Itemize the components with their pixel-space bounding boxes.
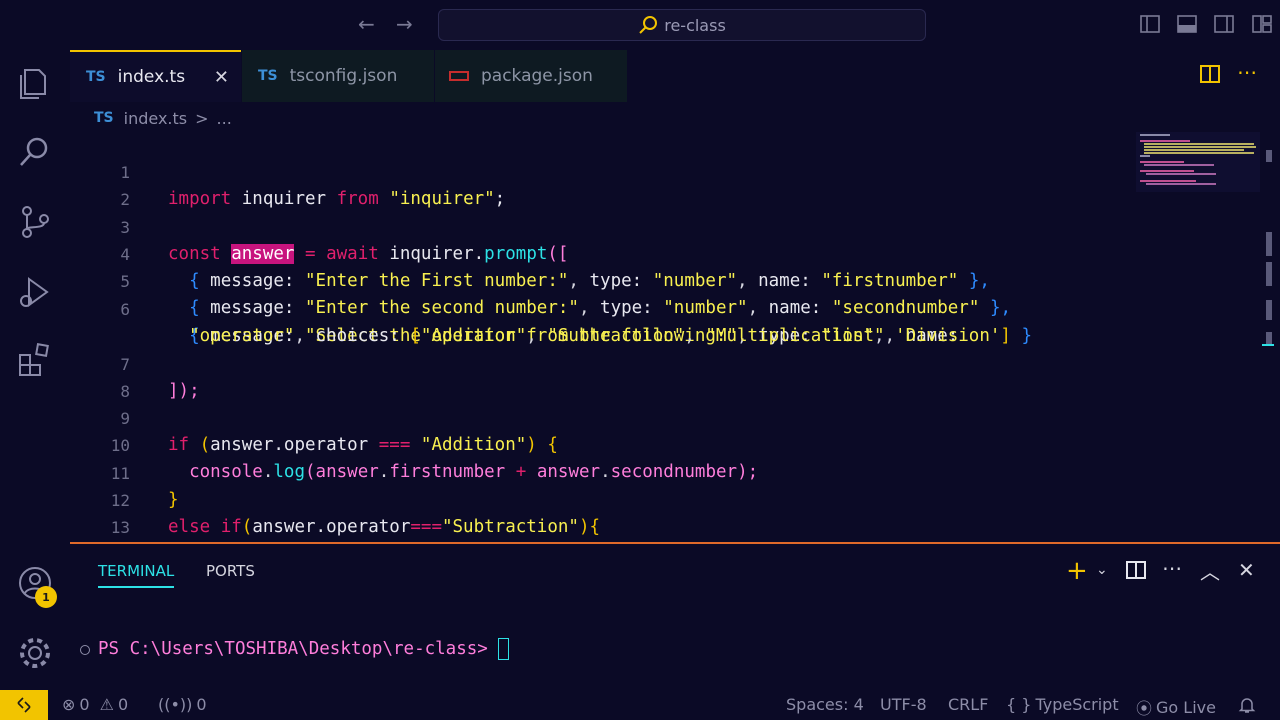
close-panel-icon[interactable]: ✕ xyxy=(1238,558,1255,582)
bottom-panel: TERMINAL PORTS + ⌄ ⋯ ︿ ✕ PS C:\Users\TOS… xyxy=(70,542,1280,690)
tab-label: tsconfig.json xyxy=(289,66,398,86)
braces-icon: { } xyxy=(1006,695,1032,714)
more-actions-icon[interactable]: ⋯ xyxy=(1237,60,1257,84)
tab-label: package.json xyxy=(481,66,593,86)
code-editor[interactable]: 1 import inquirer from "inquirer"; 2 3 c… xyxy=(70,132,1260,542)
toggle-secondary-sidebar-icon[interactable] xyxy=(1214,14,1234,34)
code-line: 6 { message: "Select the operator from t… xyxy=(70,269,1260,346)
terminal-decoration-icon xyxy=(80,645,90,655)
command-center-search[interactable]: re-class xyxy=(438,9,926,41)
activity-bar: 1 xyxy=(0,50,70,690)
toggle-primary-sidebar-icon[interactable] xyxy=(1140,14,1160,34)
tab-index-ts[interactable]: TS index.ts ✕ xyxy=(70,50,241,102)
extensions-icon[interactable] xyxy=(17,342,53,378)
tab-label: index.ts xyxy=(117,67,186,87)
indentation-indicator[interactable]: Spaces: 4 xyxy=(786,695,864,714)
chevron-down-icon[interactable]: ⌄ xyxy=(1096,562,1108,578)
manage-gear-icon[interactable] xyxy=(17,635,53,671)
error-icon: ⊗ xyxy=(62,695,76,714)
accounts-badge: 1 xyxy=(35,586,57,608)
notifications-bell-icon[interactable] xyxy=(1238,696,1256,714)
encoding-label: UTF-8 xyxy=(880,695,927,714)
terminal-cursor xyxy=(497,638,509,660)
eol-label: CRLF xyxy=(948,695,989,714)
prompt-text: PS C:\Users\TOSHIBA\Desktop\re-class> xyxy=(98,639,488,659)
typescript-file-icon: TS xyxy=(94,110,114,126)
source-control-icon[interactable] xyxy=(17,204,53,240)
code-line: 5 { message: "Enter the second number:",… xyxy=(70,241,1260,318)
typescript-file-icon: TS xyxy=(86,69,106,85)
broadcast-icon: ((•)) xyxy=(158,695,193,714)
close-icon[interactable]: ✕ xyxy=(214,67,229,88)
tsconfig-file-icon: TS xyxy=(258,68,278,84)
language-mode-indicator[interactable]: { } TypeScript xyxy=(1006,695,1119,714)
error-count: 0 xyxy=(79,695,90,714)
minimap[interactable] xyxy=(1136,132,1260,192)
code-line: 11 } xyxy=(70,433,1260,510)
code-line: 14 } xyxy=(70,515,1260,542)
maximize-panel-icon[interactable]: ︿ xyxy=(1200,556,1220,585)
spaces-label: Spaces: 4 xyxy=(786,695,864,714)
language-label: TypeScript xyxy=(1035,695,1119,714)
code-line: 2 xyxy=(70,159,1260,209)
search-icon xyxy=(639,16,658,34)
explorer-icon[interactable] xyxy=(17,66,53,102)
split-terminal-icon[interactable] xyxy=(1126,560,1146,580)
new-terminal-icon[interactable]: + xyxy=(1066,556,1088,586)
code-line: 9 if (answer.operator === "Addition") { xyxy=(70,378,1260,455)
code-line: 7 ]); xyxy=(70,324,1260,401)
code-line: 3 const answer = await inquirer.prompt([ xyxy=(70,187,1260,264)
breadcrumb-separator: > xyxy=(195,108,209,128)
warning-count: 0 xyxy=(117,695,129,714)
back-arrow-icon[interactable]: ← xyxy=(358,12,375,36)
customize-layout-icon[interactable] xyxy=(1252,14,1272,34)
editor-tab-bar: TS index.ts ✕ TS tsconfig.json package.j… xyxy=(70,50,1280,102)
remote-indicator-icon[interactable] xyxy=(0,690,48,720)
status-bar: ⊗ 0 ⚠ 0 ((•)) 0 Spaces: 4 UTF-8 CRLF { } Typ… xyxy=(0,690,1280,720)
golive-label: Go Live xyxy=(1156,697,1216,717)
breadcrumb: TS index.ts > ... xyxy=(94,107,232,129)
code-line: 13 console.log(answer.firstnumber - answ… xyxy=(70,487,1260,537)
code-line: 10 console.log(answer.firstnumber + answ… xyxy=(70,405,1260,482)
toggle-panel-icon[interactable] xyxy=(1177,14,1197,34)
ports-indicator[interactable]: ((•)) 0 xyxy=(158,695,207,714)
eol-indicator[interactable]: CRLF xyxy=(948,695,988,714)
warning-icon: ⚠ xyxy=(99,695,114,714)
forward-arrow-icon[interactable]: → xyxy=(396,12,413,36)
more-actions-icon[interactable]: ⋯ xyxy=(1162,556,1182,580)
title-bar: ← → re-class xyxy=(0,0,1280,50)
go-live-button[interactable]: ⦿ Go Live xyxy=(1136,695,1216,719)
editor-scrollbar[interactable] xyxy=(1262,132,1274,542)
package-icon xyxy=(449,71,469,81)
tab-ports[interactable]: PORTS xyxy=(206,562,255,580)
breadcrumb-file[interactable]: index.ts xyxy=(124,109,187,128)
problems-indicator[interactable]: ⊗ 0 ⚠ 0 xyxy=(62,695,128,714)
code-line: 12 else if(answer.operator==="Subtractio… xyxy=(70,460,1260,537)
tab-terminal[interactable]: TERMINAL xyxy=(98,562,175,588)
broadcast-icon: ⦿ xyxy=(1136,699,1153,718)
tab-package-json[interactable]: package.json xyxy=(435,50,627,102)
search-view-icon[interactable] xyxy=(17,134,53,170)
breadcrumb-more[interactable]: ... xyxy=(217,109,232,128)
encoding-indicator[interactable]: UTF-8 xyxy=(880,695,927,714)
terminal-prompt[interactable]: PS C:\Users\TOSHIBA\Desktop\re-class> xyxy=(98,638,509,660)
code-line: 8 xyxy=(70,351,1260,401)
split-editor-icon[interactable] xyxy=(1200,64,1220,84)
search-label: re-class xyxy=(664,15,726,35)
tab-tsconfig-json[interactable]: TS tsconfig.json xyxy=(242,50,434,102)
ports-count: 0 xyxy=(196,695,207,714)
run-debug-icon[interactable] xyxy=(17,274,53,310)
code-line: 1 import inquirer from "inquirer"; xyxy=(70,132,1260,209)
code-line: 4 { message: "Enter the First number:", … xyxy=(70,214,1260,291)
code-line-wrapped: "operator", choices: ["Addition", "Subtr… xyxy=(189,326,1033,346)
